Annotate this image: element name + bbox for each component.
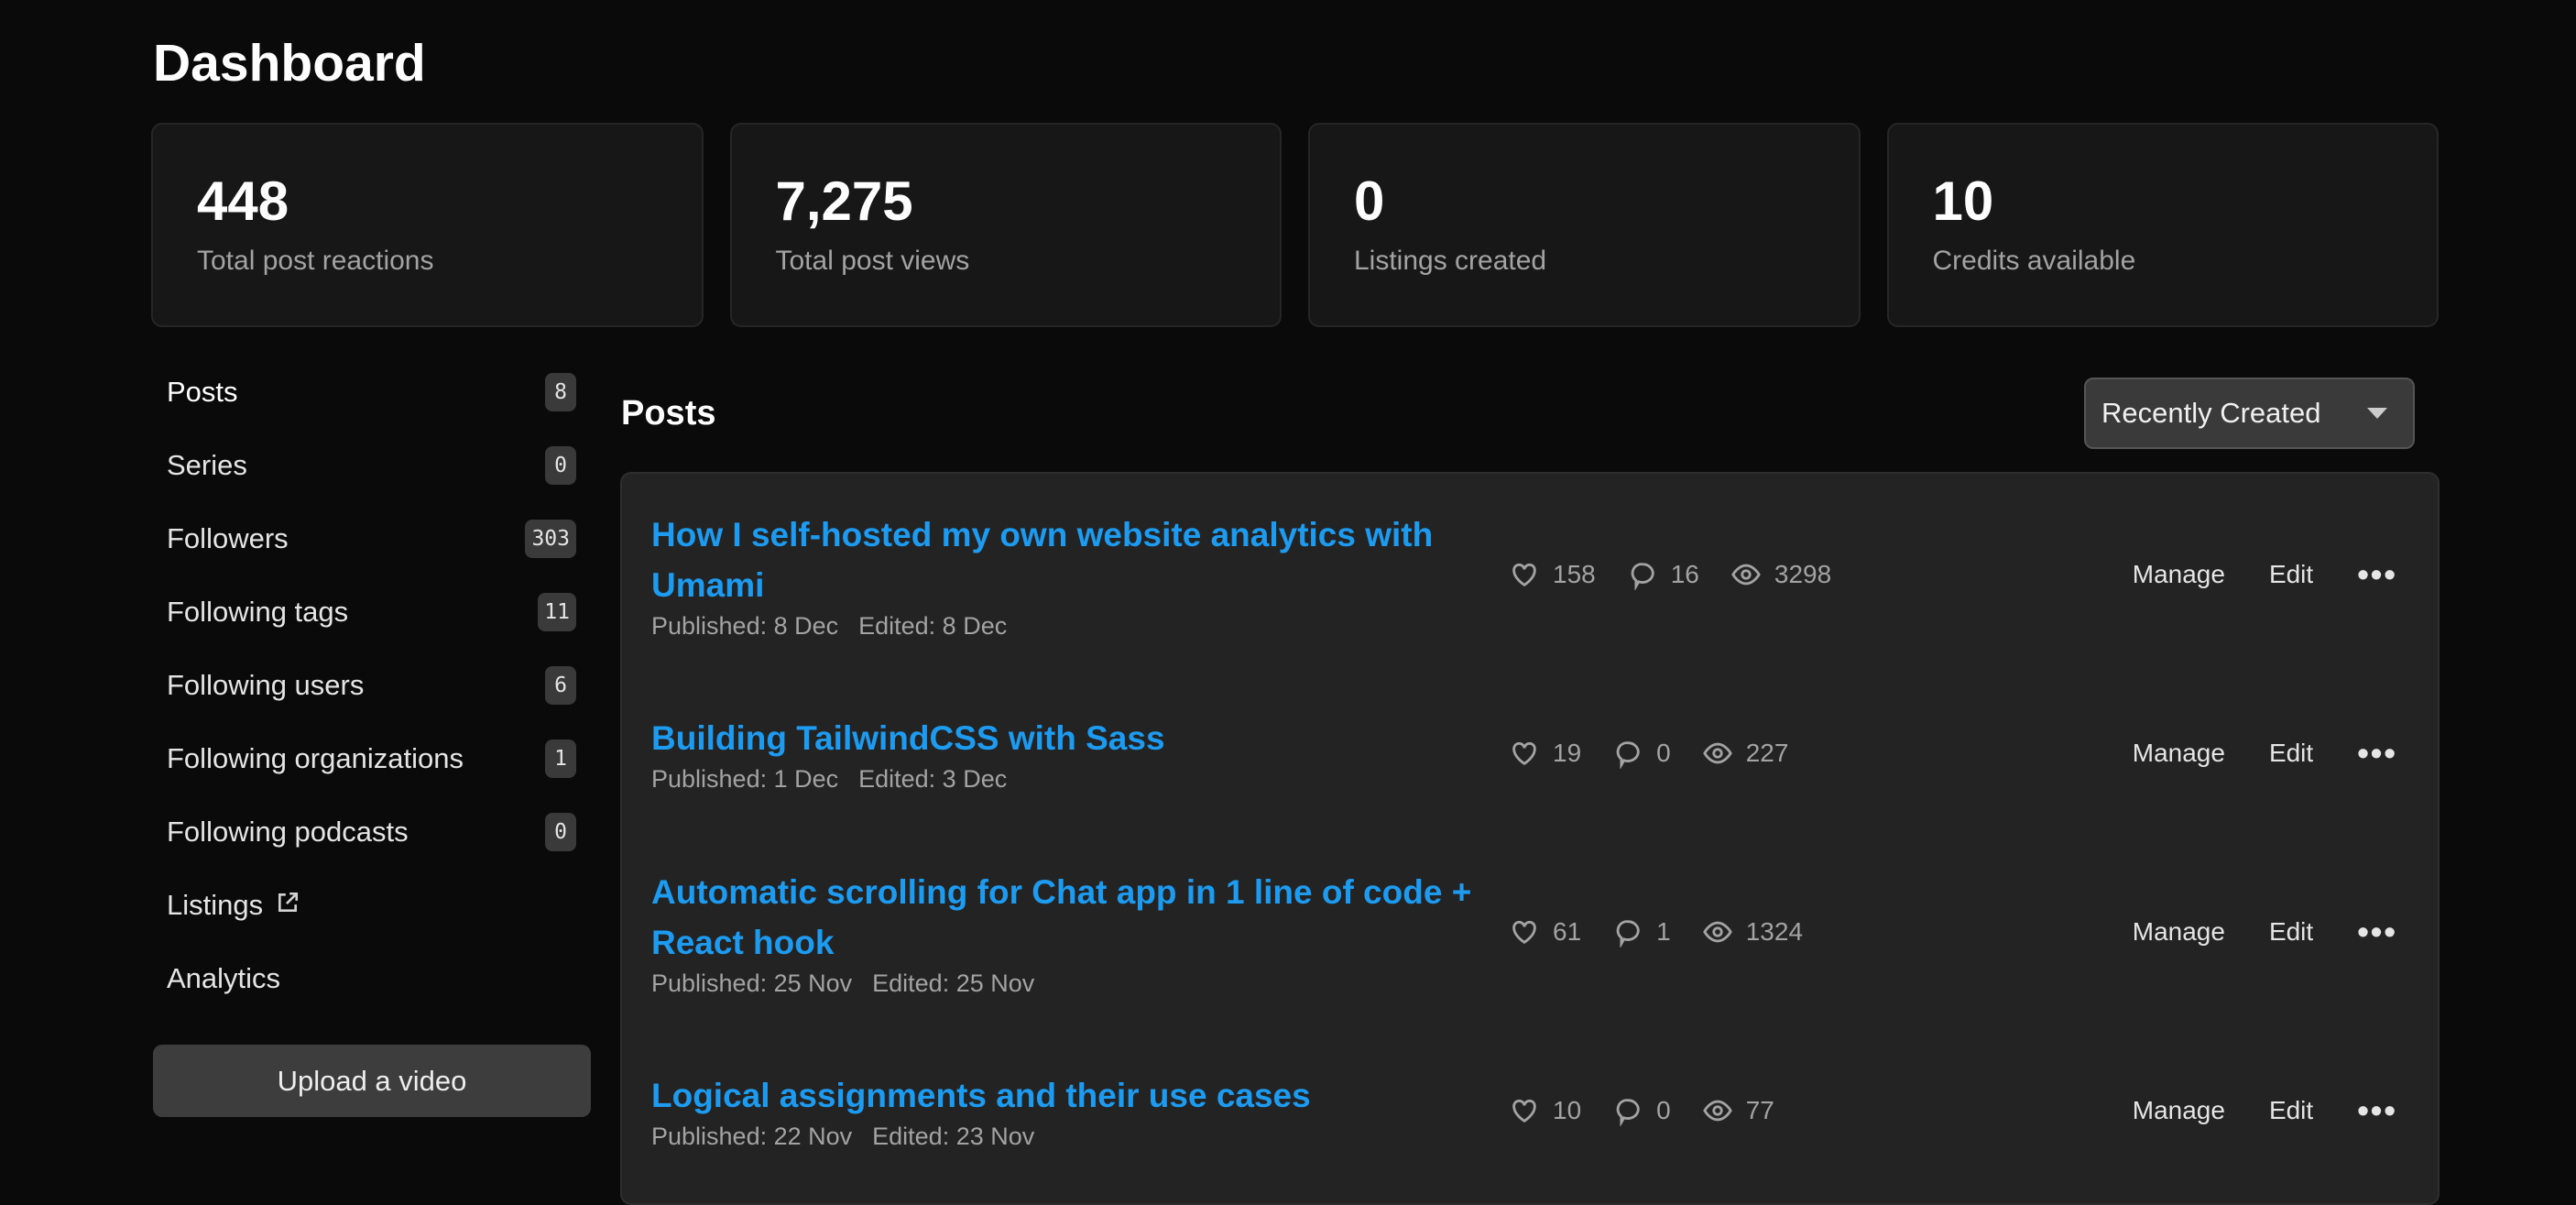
sort-selected-value: Recently Created (2101, 397, 2321, 429)
eye-icon (1702, 1100, 1732, 1122)
external-link-icon (278, 892, 299, 912)
sidebar-item-listings[interactable]: Listings (153, 869, 591, 942)
heart-icon (1512, 741, 1536, 766)
edit-button[interactable]: Edit (2269, 560, 2313, 589)
sidebar-item-series[interactable]: Series 0 (153, 429, 591, 502)
sidebar-item-followers[interactable]: Followers 303 (153, 502, 591, 575)
sidebar-item-label: Analytics (167, 962, 281, 994)
posts-heading: Posts (621, 394, 716, 433)
stat-value: 7,275 (775, 170, 913, 232)
published-date: Published: 8 Dec (651, 611, 839, 640)
reaction-count: 19 (1553, 739, 1582, 767)
post-row: Logical assignments and their use cases … (622, 1033, 2438, 1189)
reaction-count: 158 (1553, 560, 1596, 588)
count-badge: 11 (538, 593, 576, 631)
edited-date: Edited: 23 Nov (872, 1123, 1035, 1150)
stat-value: 10 (1932, 170, 1994, 232)
comment-count: 1 (1656, 917, 1671, 946)
sidebar-item-label: Following tags (167, 596, 349, 628)
post-title-link[interactable]: Building TailwindCSS with Sass (651, 713, 1494, 763)
more-options-icon[interactable]: ••• (2357, 734, 2397, 772)
stats-row: 448 Total post reactions 7,275 Total post … (151, 123, 2439, 327)
eye-icon (1731, 564, 1761, 586)
view-count: 77 (1745, 1096, 1774, 1124)
comment-icon (1616, 920, 1640, 948)
sidebar-item-label: Following podcasts (167, 816, 409, 848)
sidebar-item-following-users[interactable]: Following users 6 (153, 649, 591, 722)
stat-card-views: 7,275 Total post views (729, 123, 1282, 327)
heart-icon (1512, 563, 1536, 587)
edit-button[interactable]: Edit (2269, 917, 2313, 947)
comment-count: 0 (1656, 739, 1671, 767)
published-date: Published: 22 Nov (651, 1123, 853, 1150)
reaction-count: 10 (1553, 1096, 1582, 1124)
sort-select[interactable]: Recently Created (2084, 378, 2415, 449)
sidebar-item-following-tags[interactable]: Following tags 11 (153, 575, 591, 649)
post-row: Building TailwindCSS with Sass Published… (622, 675, 2438, 831)
sidebar-item-analytics[interactable]: Analytics (153, 942, 591, 1015)
comment-icon (1616, 1099, 1640, 1126)
eye-icon (1702, 921, 1732, 943)
post-title-link[interactable]: How I self-hosted my own website analyti… (651, 509, 1494, 610)
stat-label: Total post reactions (197, 246, 434, 276)
edited-date: Edited: 25 Nov (872, 969, 1035, 997)
count-badge: 0 (545, 446, 576, 485)
more-options-icon[interactable]: ••• (2357, 555, 2397, 594)
sidebar-item-label: Following organizations (167, 742, 464, 774)
manage-button[interactable]: Manage (2133, 560, 2225, 589)
manage-button[interactable]: Manage (2133, 739, 2225, 768)
stat-value: 448 (197, 170, 289, 232)
caret-down-icon (2367, 408, 2387, 419)
post-row: How I self-hosted my own website analyti… (622, 474, 2438, 675)
stat-card-reactions: 448 Total post reactions (151, 123, 704, 327)
comment-count: 0 (1656, 1096, 1671, 1124)
comment-count: 16 (1670, 560, 1699, 588)
stat-card-listings: 0 Listings created (1308, 123, 1861, 327)
count-badge: 8 (545, 373, 576, 411)
sidebar: Posts 8 Series 0 Followers 303 Following ta… (153, 356, 591, 1015)
edit-button[interactable]: Edit (2269, 1096, 2313, 1125)
count-badge: 303 (525, 520, 576, 558)
sidebar-item-label: Followers (167, 522, 289, 554)
post-title-link[interactable]: Logical assignments and their use cases (651, 1070, 1494, 1121)
manage-button[interactable]: Manage (2133, 1096, 2225, 1125)
stat-card-credits: 10 Credits available (1886, 123, 2439, 327)
eye-icon (1702, 742, 1732, 764)
edited-date: Edited: 8 Dec (858, 611, 1008, 640)
manage-button[interactable]: Manage (2133, 917, 2225, 947)
more-options-icon[interactable]: ••• (2357, 913, 2397, 951)
sidebar-item-label: Listings (167, 889, 264, 921)
count-badge: 6 (545, 666, 576, 705)
stat-value: 0 (1354, 170, 1385, 232)
sidebar-item-following-organizations[interactable]: Following organizations 1 (153, 722, 591, 795)
count-badge: 1 (545, 739, 576, 778)
posts-list: How I self-hosted my own website analyti… (620, 472, 2440, 1205)
post-row: Automatic scrolling for Chat app in 1 li… (622, 831, 2438, 1033)
post-title-link[interactable]: Automatic scrolling for Chat app in 1 li… (651, 867, 1494, 968)
stat-label: Listings created (1354, 246, 1547, 276)
heart-icon (1512, 1099, 1536, 1123)
published-date: Published: 1 Dec (651, 765, 839, 793)
published-date: Published: 25 Nov (651, 969, 853, 997)
view-count: 1324 (1745, 917, 1804, 946)
upload-video-button[interactable]: Upload a video (153, 1045, 591, 1117)
sidebar-item-posts[interactable]: Posts 8 (153, 356, 591, 429)
sidebar-item-label: Series (167, 449, 247, 481)
comment-icon (1616, 741, 1640, 769)
sidebar-item-label: Following users (167, 669, 365, 701)
edited-date: Edited: 3 Dec (858, 765, 1008, 793)
count-badge: 0 (545, 813, 576, 851)
heart-icon (1512, 920, 1536, 945)
page-title: Dashboard (153, 34, 426, 93)
edit-button[interactable]: Edit (2269, 739, 2313, 768)
reaction-count: 61 (1553, 917, 1582, 946)
sidebar-item-following-podcasts[interactable]: Following podcasts 0 (153, 795, 591, 869)
more-options-icon[interactable]: ••• (2357, 1091, 2397, 1130)
stat-label: Total post views (775, 246, 970, 276)
sidebar-item-label: Posts (167, 376, 238, 408)
view-count: 3298 (1774, 560, 1832, 588)
stat-label: Credits available (1932, 246, 2136, 276)
view-count: 227 (1745, 739, 1789, 767)
comment-icon (1631, 563, 1654, 590)
